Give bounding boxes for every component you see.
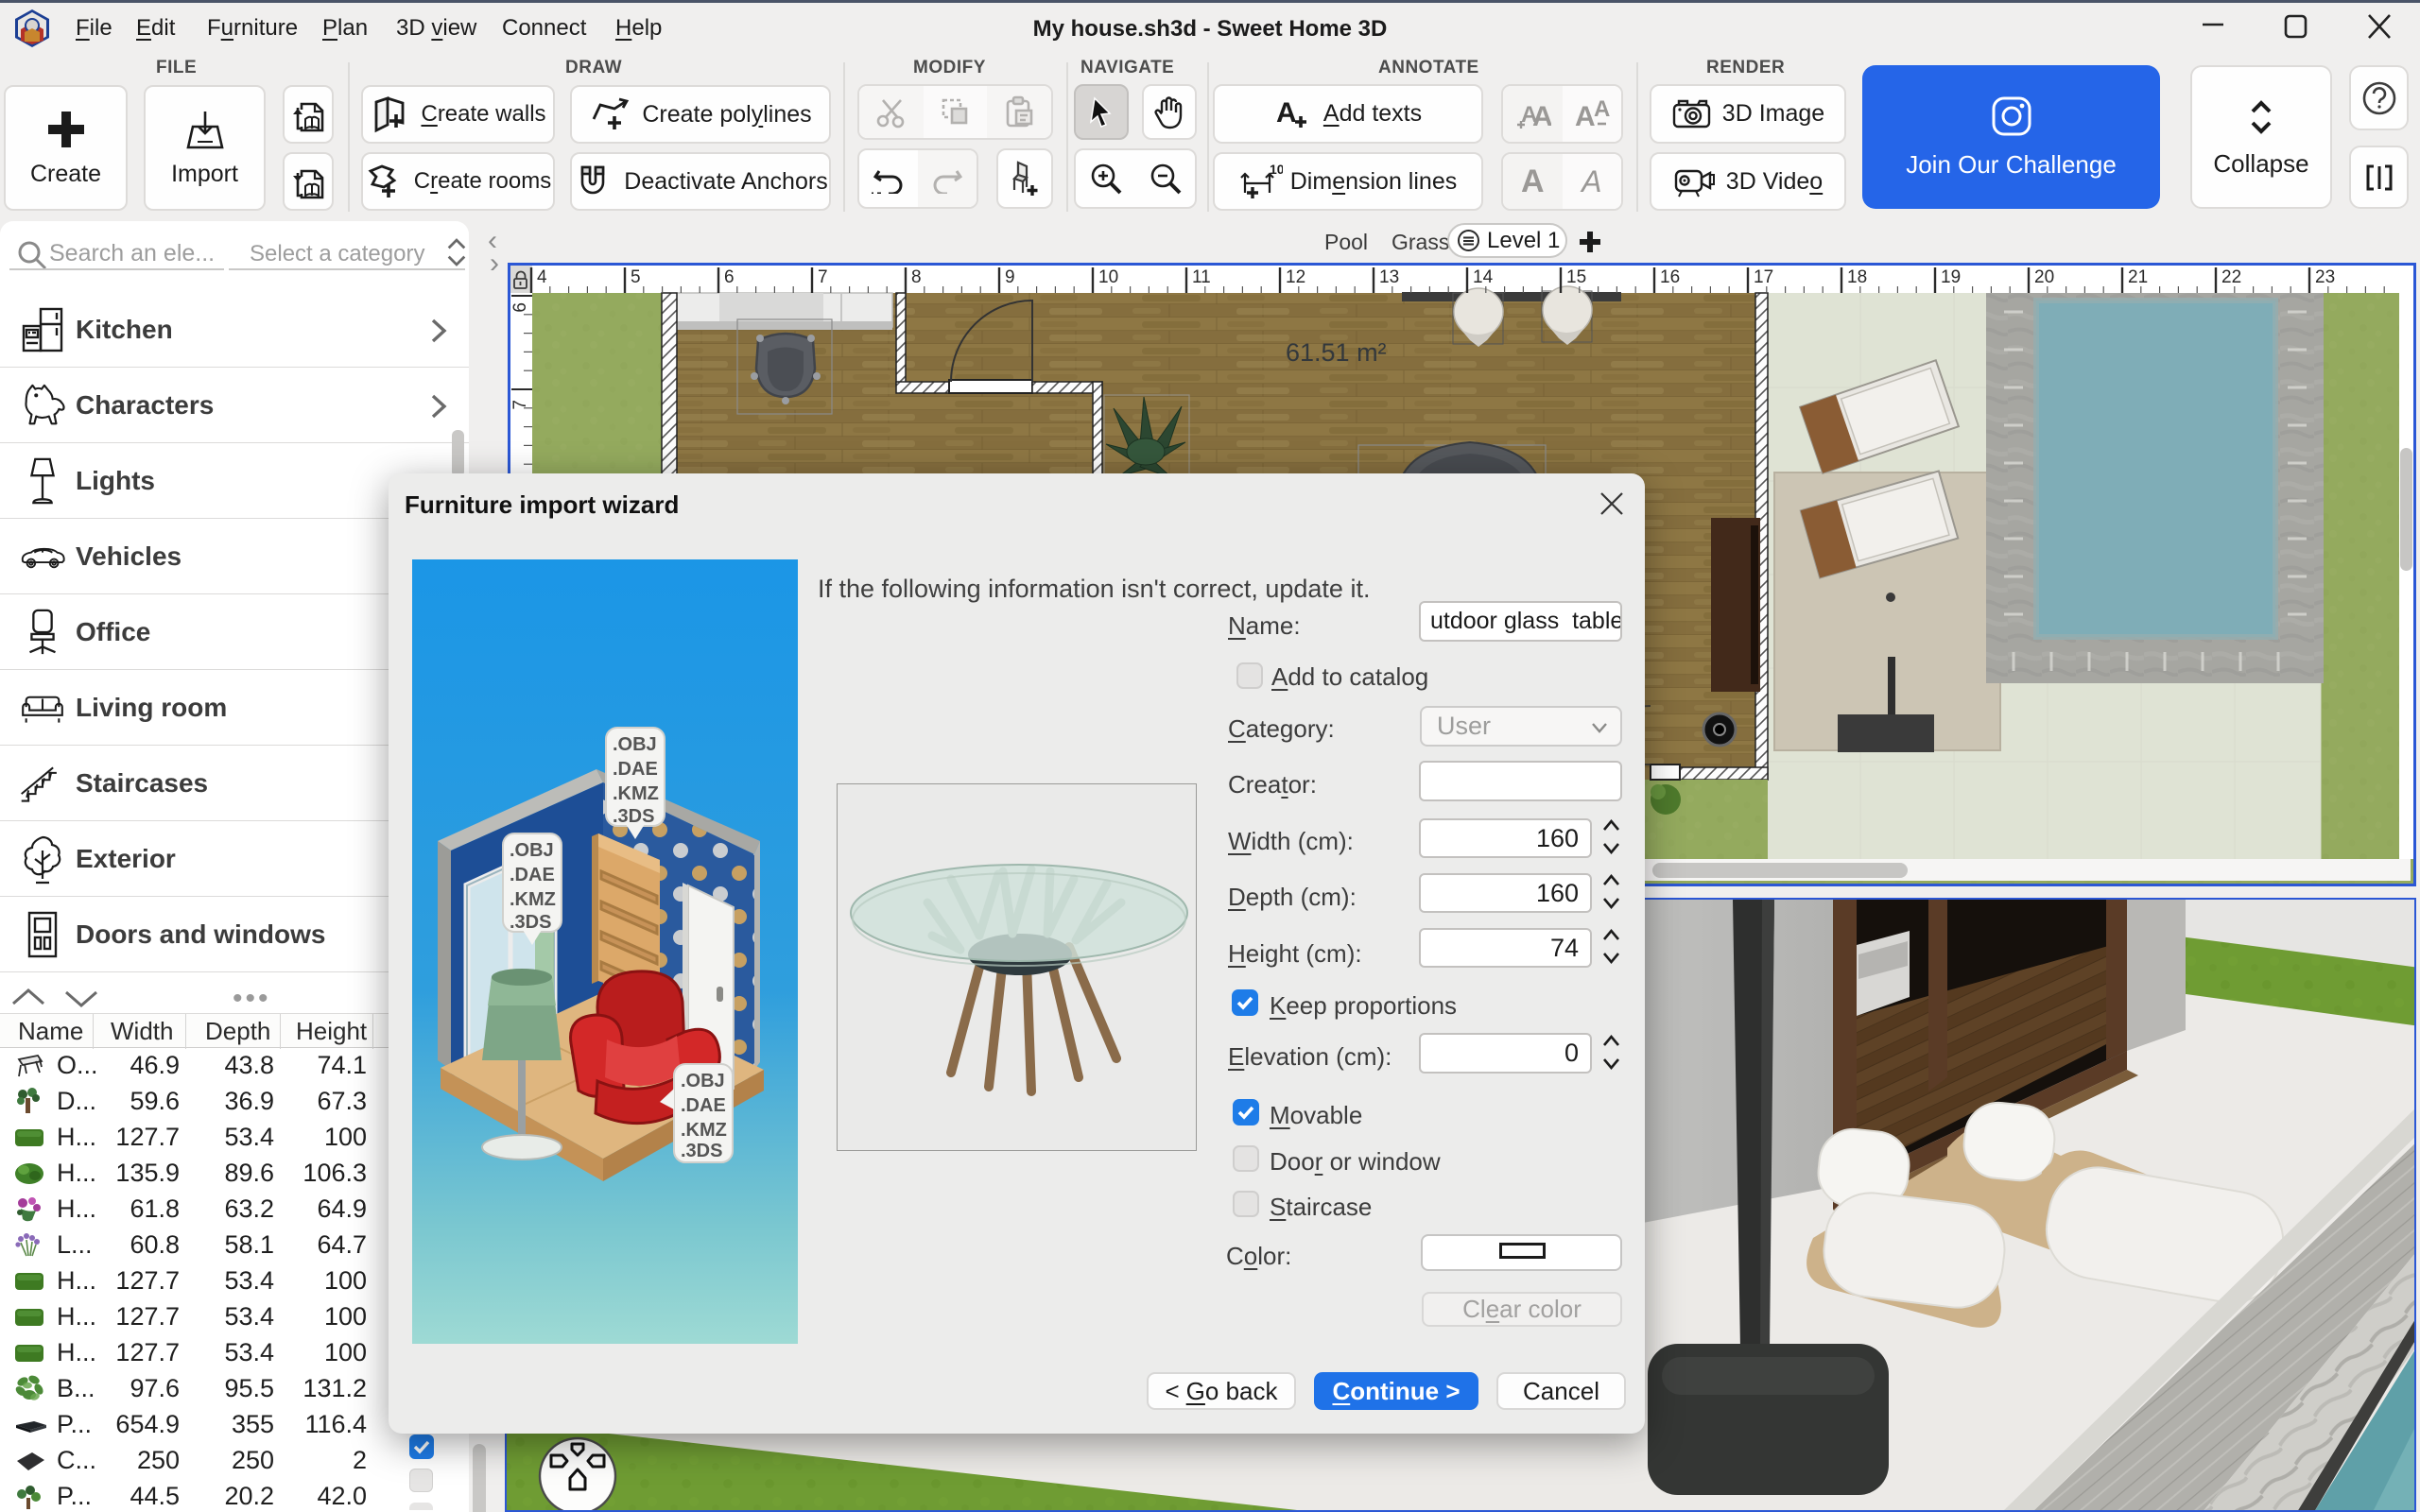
svg-text:.KMZ: .KMZ [510,889,556,910]
svg-text:4: 4 [537,267,547,287]
svg-text:61.51 m²: 61.51 m² [1286,338,1387,367]
svg-text:.3DS: .3DS [613,806,654,827]
svg-text:15: 15 [1566,267,1586,287]
svg-text:.OBJ: .OBJ [510,840,554,861]
svg-text:22: 22 [2221,267,2241,287]
svg-text:10: 10 [1098,267,1118,287]
svg-text:A: A [1594,97,1610,122]
svg-text:21: 21 [2128,267,2148,287]
svg-text:10: 10 [1270,163,1283,177]
svg-text:20: 20 [2034,267,2054,287]
svg-text:.3DS: .3DS [681,1141,722,1161]
svg-text:6: 6 [724,267,735,287]
svg-text:18: 18 [1847,267,1867,287]
svg-text:A: A [1575,101,1596,131]
svg-text:23: 23 [2315,267,2335,287]
svg-text:.DAE: .DAE [510,865,555,885]
svg-text:.OBJ: .OBJ [681,1071,725,1091]
svg-text:.3DS: .3DS [510,912,551,933]
svg-text:7: 7 [818,267,828,287]
svg-text:14: 14 [1473,267,1494,287]
svg-text:6: 6 [510,302,530,313]
svg-text:17: 17 [1754,267,1773,287]
svg-text:19: 19 [1941,267,1961,287]
svg-text:12: 12 [1286,267,1305,287]
svg-text:A: A [1276,97,1297,129]
svg-text:.KMZ: .KMZ [681,1120,727,1141]
svg-text:.DAE: .DAE [681,1095,726,1116]
svg-text:A: A [1532,101,1551,131]
svg-text:8: 8 [911,267,922,287]
svg-text:9: 9 [1005,267,1015,287]
svg-text:.OBJ: .OBJ [613,734,657,755]
svg-text:16: 16 [1660,267,1680,287]
svg-text:5: 5 [631,267,641,287]
svg-text:11: 11 [1192,267,1211,287]
svg-text:.DAE: .DAE [613,759,658,780]
svg-text:.KMZ: .KMZ [613,783,659,804]
svg-text:13: 13 [1379,267,1399,287]
